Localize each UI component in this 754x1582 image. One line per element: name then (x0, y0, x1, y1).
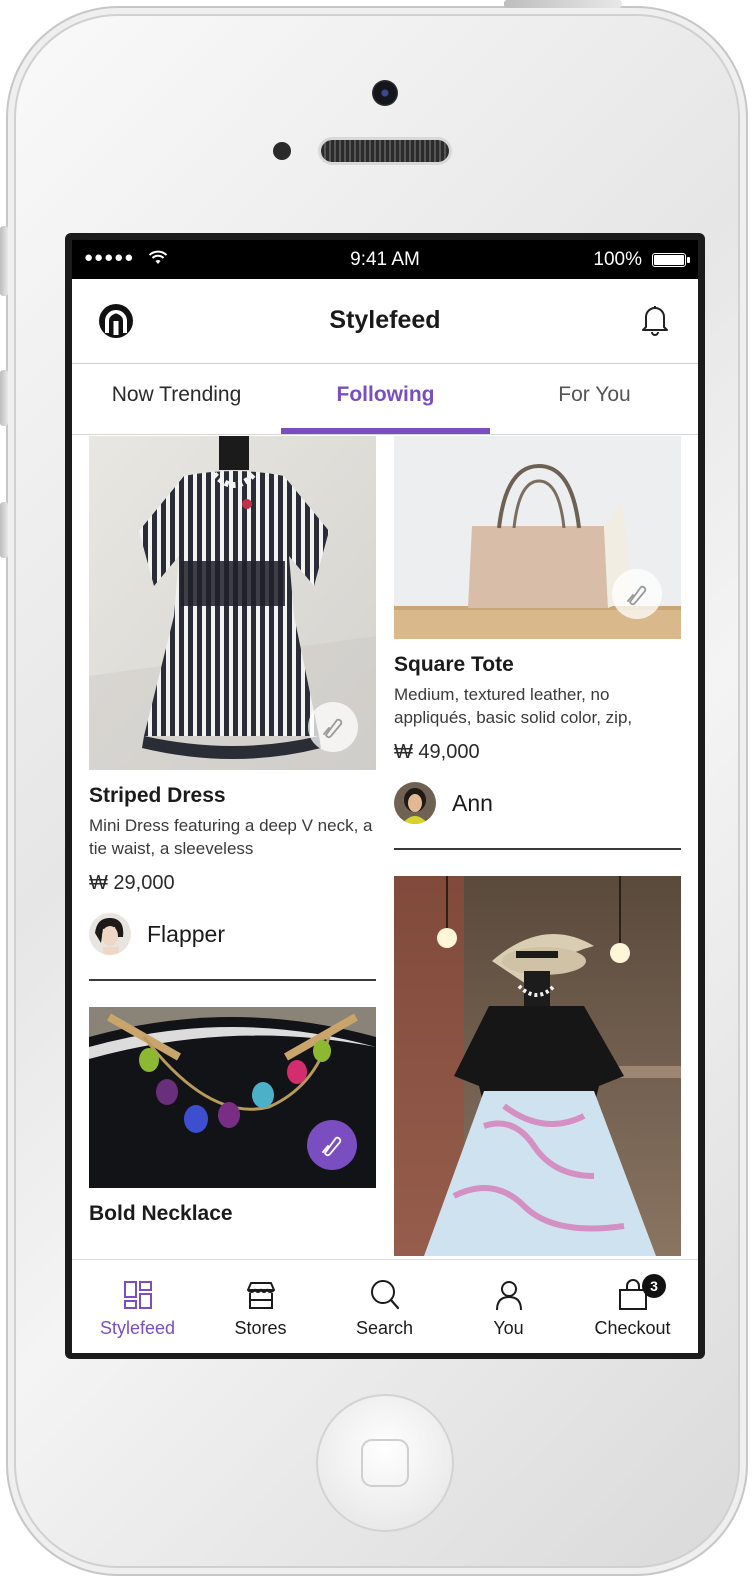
power-button (504, 0, 622, 8)
tab-following[interactable]: Following (281, 364, 490, 434)
pin-button[interactable] (308, 702, 358, 752)
store-icon (247, 1282, 275, 1309)
avatar[interactable] (394, 782, 436, 824)
product-description: Medium, textured leather, no appliqués, … (394, 685, 633, 727)
product-photo-bold-necklace[interactable] (89, 1006, 376, 1188)
avatar[interactable] (89, 913, 131, 955)
product-description: Mini Dress featuring a deep V neck, a ti… (89, 816, 373, 858)
safety-pin-icon (323, 718, 343, 739)
volume-down-button (0, 502, 8, 558)
author[interactable]: Flapper (89, 913, 376, 957)
product-card[interactable] (394, 875, 681, 1256)
product-photo-summer-outfit[interactable] (394, 875, 681, 1256)
card-divider (89, 979, 376, 981)
tab-for-you[interactable]: For You (490, 364, 698, 434)
active-tab-indicator (281, 428, 490, 434)
grid-icon (124, 1281, 152, 1309)
front-camera (372, 80, 398, 106)
feed-column-right: Square Tote Medium, textured leather, no… (394, 436, 681, 1256)
nav-stores[interactable]: Stores (198, 1260, 323, 1353)
tab-now-trending[interactable]: Now Trending (72, 364, 281, 434)
mute-switch (0, 226, 8, 296)
app-header: Stylefeed (72, 279, 698, 364)
nav-label: Stylefeed (99, 1318, 176, 1338)
product-title[interactable]: Bold Necklace (89, 1202, 376, 1226)
nav-you[interactable]: You (446, 1260, 571, 1353)
author-name[interactable]: Ann (452, 790, 493, 817)
nav-checkout[interactable]: 3 Checkout (570, 1260, 695, 1353)
pin-button[interactable] (612, 569, 662, 619)
card-divider (394, 848, 681, 850)
nav-label: You (493, 1318, 524, 1338)
home-button[interactable] (316, 1394, 454, 1532)
nav-label: Checkout (594, 1318, 671, 1338)
battery-icon (652, 253, 690, 267)
product-feed[interactable]: Striped Dress Mini Dress featuring a dee… (72, 436, 698, 1258)
safety-pin-icon (322, 1136, 342, 1156)
feed-tabs: Now Trending Following For You (72, 364, 698, 435)
product-card[interactable]: Square Tote Medium, textured leather, no… (394, 436, 681, 850)
bottom-navigation: Stylefeed Stores Search You 3 Checkout (72, 1259, 698, 1353)
app-title: Stylefeed (329, 306, 441, 334)
proximity-sensor (273, 142, 291, 160)
volume-up-button (0, 370, 8, 426)
home-button-square (361, 1439, 409, 1487)
product-photo-striped-dress[interactable] (89, 436, 376, 770)
product-card[interactable]: Bold Necklace (89, 1006, 376, 1226)
pin-button-active[interactable] (307, 1119, 357, 1170)
bell-icon[interactable] (640, 303, 670, 337)
cart-count-badge: 3 (642, 1274, 666, 1298)
feed-column-left: Striped Dress Mini Dress featuring a dee… (89, 436, 376, 1226)
product-photo-square-tote[interactable] (394, 436, 681, 639)
battery-percentage: 100% (593, 249, 642, 270)
nav-stylefeed[interactable]: Stylefeed (75, 1260, 200, 1353)
phone-frame: ●●●●● 9:41 AM 100% Stylefeed Now Trendin… (0, 0, 748, 1576)
safety-pin-icon (627, 585, 647, 606)
status-bar: ●●●●● 9:41 AM 100% (72, 240, 698, 279)
author-name[interactable]: Flapper (147, 921, 225, 948)
nav-search[interactable]: Search (322, 1260, 447, 1353)
person-icon (496, 1281, 522, 1311)
product-title[interactable]: Striped Dress (89, 784, 376, 808)
author[interactable]: Ann (394, 782, 681, 826)
product-title[interactable]: Square Tote (394, 653, 681, 677)
screen: ●●●●● 9:41 AM 100% Stylefeed Now Trendin… (65, 233, 705, 1359)
product-card[interactable]: Striped Dress Mini Dress featuring a dee… (89, 436, 376, 981)
display: ●●●●● 9:41 AM 100% Stylefeed Now Trendin… (72, 240, 698, 1353)
nav-label: Stores (234, 1318, 287, 1338)
search-icon (371, 1280, 400, 1310)
product-price: ₩ 49,000 (394, 741, 480, 763)
earpiece-speaker (321, 140, 449, 162)
nav-label: Search (355, 1318, 414, 1338)
product-price: ₩ 29,000 (89, 872, 175, 894)
